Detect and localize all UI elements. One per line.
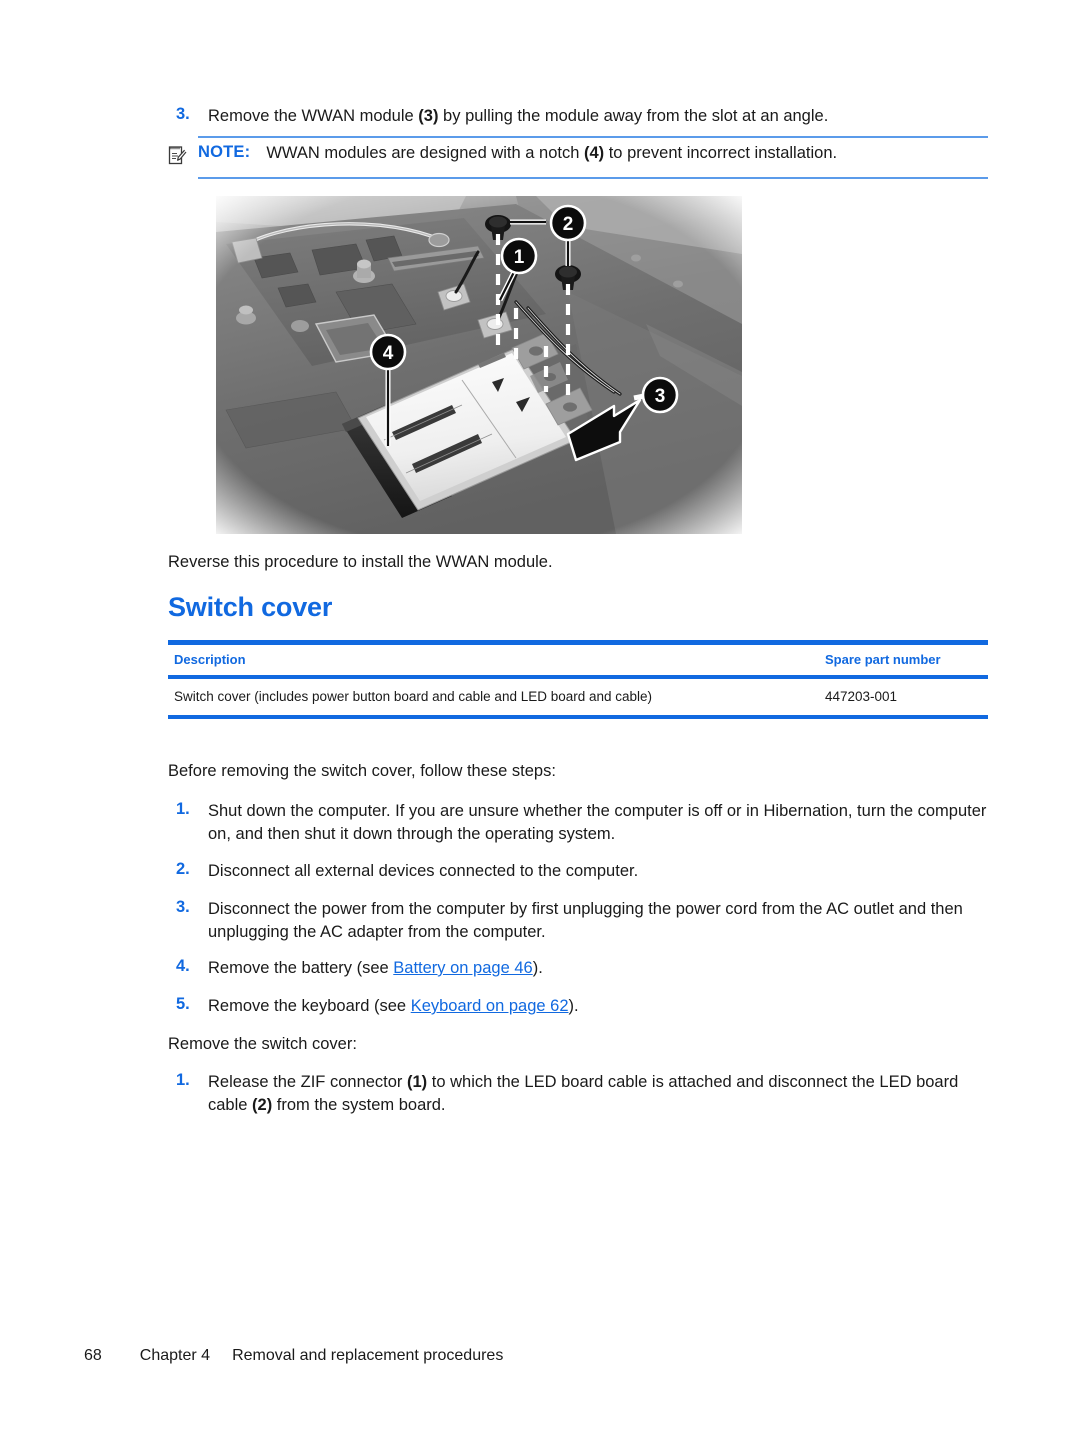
step-text-after: ). [532,959,543,977]
list-item: 4. Remove the battery (see Battery on pa… [168,957,992,980]
step-text-before: Remove the WWAN module [208,107,419,125]
step-number: 3. [176,898,190,916]
step-text-after: from the system board. [272,1095,446,1114]
step-number: 5. [176,995,190,1013]
svg-text:4: 4 [383,343,394,364]
callout-ref: (1) [407,1073,428,1091]
spare-parts-table: Description Spare part number Switch cov… [168,640,988,719]
svg-text:2: 2 [563,214,574,235]
list-item: 3. Disconnect the power from the compute… [168,898,992,944]
note-text-before: WWAN modules are designed with a notch [266,144,584,162]
note-pad-pencil-icon [168,143,198,171]
step-text-after: ). [568,997,579,1015]
step-text-before: Release the ZIF connector [208,1073,408,1091]
step-number: 3. [176,105,190,123]
page-title: Switch cover [168,592,333,622]
remove-intro-text: Remove the switch cover: [168,1035,357,1053]
footer-chapter-title: Removal and replacement procedures [232,1347,504,1364]
step-text: Remove the keyboard (see Keyboard on pag… [208,995,579,1018]
step-text: Disconnect all external devices connecte… [208,862,639,880]
list-item: 5. Remove the keyboard (see Keyboard on … [168,995,992,1018]
list-item: 1. Shut down the computer. If you are un… [168,800,992,846]
step-text: Remove the battery (see Battery on page … [208,957,543,980]
note-admonition: NOTE: WWAN modules are designed with a n… [168,136,988,179]
wwan-module-removal-illustration: 1 2 3 4 [216,196,742,534]
column-header-spare-part-number: Spare part number [825,652,941,667]
footer-chapter: Chapter 4 [139,1347,211,1364]
list-item: 3. Remove the WWAN module (3) by pulling… [168,105,998,128]
footer-page-number: 68 [84,1347,102,1364]
page-footer: 68 Chapter 4 Removal and replacement pro… [84,1347,503,1365]
cell-spare-part-number: 447203-001 [825,689,898,704]
callout-ref: (4) [583,144,605,162]
note-label: NOTE: [198,143,251,161]
cell-description: Switch cover (includes power button boar… [174,689,653,704]
svg-text:1: 1 [514,247,525,268]
note-bottom-rule [198,177,988,179]
step-number: 2. [176,860,190,878]
note-text: WWAN modules are designed with a notch (… [266,143,837,164]
list-item: 1. Release the ZIF connector (1) to whic… [168,1071,992,1117]
table-header-row: Description Spare part number [168,645,988,675]
step-text-before: Remove the keyboard (see [208,997,411,1015]
document-page: 3. Remove the WWAN module (3) by pulling… [0,0,1080,1437]
step-text-before: Remove the battery (see [208,959,394,977]
callout-ref: (2) [252,1095,273,1114]
prep-intro-text: Before removing the switch cover, follow… [168,762,556,780]
step-text: Remove the WWAN module (3) by pulling th… [208,105,828,128]
note-text-after: to prevent incorrect installation. [604,144,838,162]
step-number: 1. [176,1071,190,1089]
svg-text:3: 3 [655,386,666,407]
step-text: Disconnect the power from the computer b… [208,900,963,941]
table-bottom-rule [168,715,988,719]
table-row: Switch cover (includes power button boar… [168,679,988,715]
callout-ref: (3) [418,107,439,125]
step-number: 1. [176,800,190,818]
step-text: Release the ZIF connector (1) to which t… [208,1071,992,1117]
list-item: 2. Disconnect all external devices conne… [168,860,992,883]
step-number: 4. [176,957,190,975]
cross-reference-link-keyboard[interactable]: Keyboard on page 62 [411,997,569,1015]
column-header-description: Description [174,652,246,667]
step-text: Shut down the computer. If you are unsur… [208,802,987,843]
step-text-after: by pulling the module away from the slot… [438,107,829,125]
reverse-procedure-text: Reverse this procedure to install the WW… [168,553,553,571]
cross-reference-link-battery[interactable]: Battery on page 46 [393,959,532,977]
